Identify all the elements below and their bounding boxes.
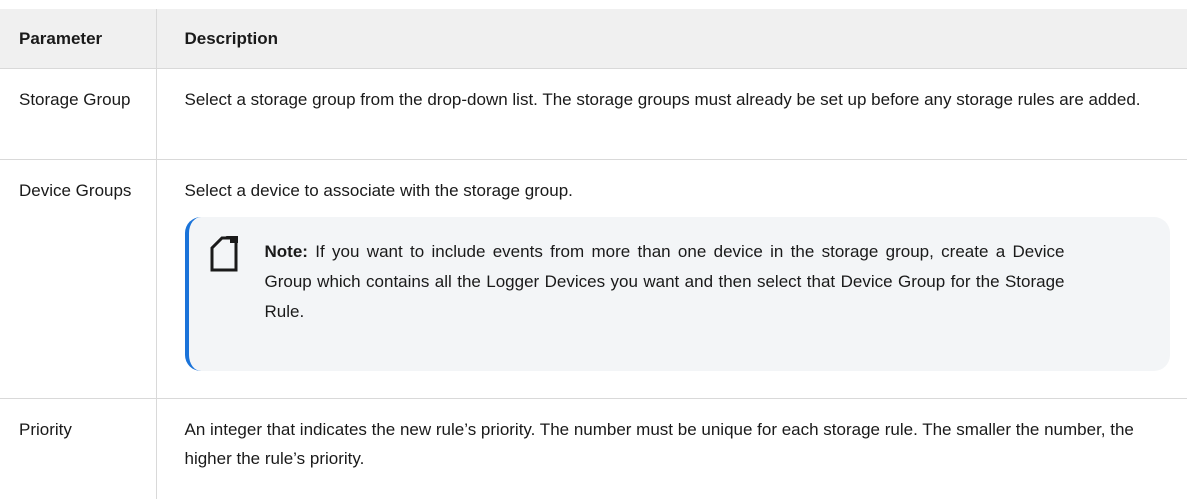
table-row: Priority An integer that indicates the n… (0, 398, 1187, 499)
parameter-table: Parameter Description Storage Group Sele… (0, 9, 1187, 499)
note-callout: Note: If you want to include events from… (184, 217, 1170, 371)
parameter-description: Select a storage group from the drop-dow… (155, 68, 1187, 160)
parameter-description: An integer that indicates the new rule’s… (155, 398, 1187, 499)
parameter-name: Device Groups (0, 159, 156, 399)
note-icon (210, 236, 238, 272)
table-row: Device Groups Select a device to associa… (0, 159, 1187, 399)
header-description: Description (155, 9, 1187, 69)
parameter-description: Select a device to associate with the st… (184, 181, 573, 200)
parameter-name: Priority (19, 420, 72, 439)
note-label: Note: (264, 242, 308, 261)
table-row: Storage Group Select a storage group fro… (0, 68, 1187, 160)
table-header-row: Parameter Description (0, 9, 1187, 69)
note-text: If you want to include events from more … (264, 242, 1065, 321)
header-parameter: Parameter (0, 9, 156, 69)
parameter-name: Storage Group (0, 68, 156, 160)
parameter-description-cell: Select a device to associate with the st… (155, 159, 1187, 399)
note-body: Note: If you want to include events from… (265, 237, 1065, 327)
